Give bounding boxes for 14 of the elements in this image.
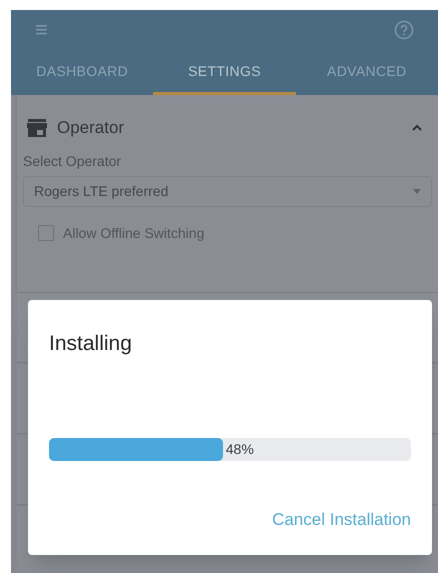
dialog-title: Installing (49, 331, 133, 357)
card-title: Operator (57, 117, 126, 139)
checkbox[interactable] (38, 225, 54, 241)
progress-reading: 48% (226, 440, 254, 458)
checkbox-label: Allow Offline Switching (63, 224, 204, 243)
field-label: Select Operator (23, 152, 122, 171)
help-icon[interactable] (394, 20, 414, 40)
tab[interactable]: ADVANCED (296, 50, 438, 95)
chevron-up-icon[interactable] (410, 122, 424, 133)
cancel-installation-button[interactable]: Cancel Installation (272, 506, 411, 532)
tab[interactable]: DASHBOARD (11, 50, 154, 95)
operator-dropdown[interactable]: Rogers LTE preferred (23, 176, 432, 206)
caret-icon (413, 188, 421, 194)
storefront-icon (27, 118, 47, 137)
